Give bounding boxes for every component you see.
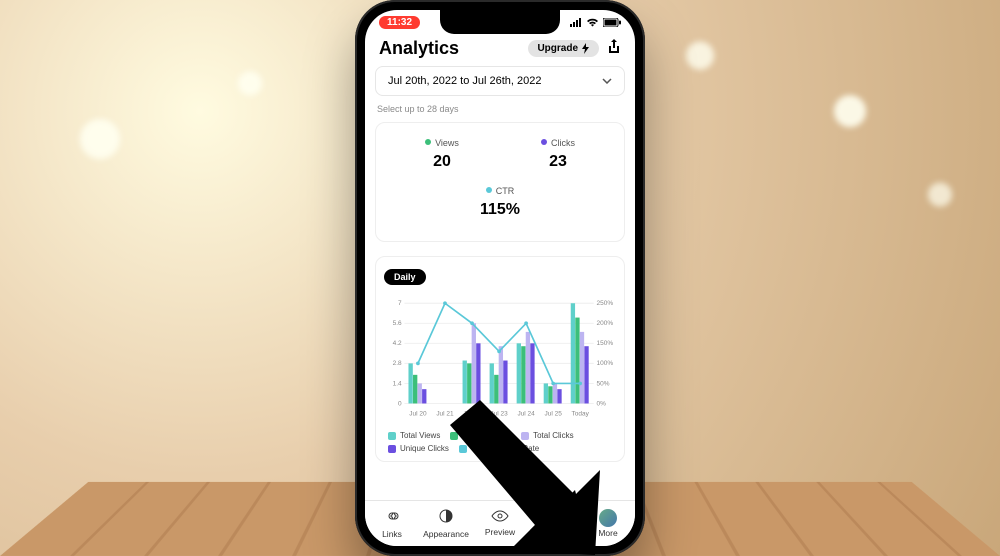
chart: 0 1.4 2.8 4.2 5.6 7 0% 50% 100% 150% 200% 250% Jul 2… (384, 293, 616, 423)
upgrade-label: Upgrade (537, 43, 578, 54)
stat-clicks: Clicks 23 (500, 133, 616, 171)
appearance-icon (438, 508, 454, 528)
phone-frame: 11:32 Analytics Upgrade (355, 0, 645, 556)
chart-svg: 0 1.4 2.8 4.2 5.6 7 0% 50% 100% 150% 200% 250% Jul 2… (384, 293, 616, 423)
tab-appearance[interactable]: Appearance (419, 501, 473, 546)
upgrade-button[interactable]: Upgrade (528, 40, 599, 57)
status-icons (570, 18, 621, 27)
legend-unique-clicks: Unique Clicks (388, 444, 449, 453)
tab-preview[interactable]: Preview (473, 501, 527, 546)
phone-screen: 11:32 Analytics Upgrade (365, 10, 635, 546)
svg-text:Jul 24: Jul 24 (517, 411, 535, 418)
tab-analytics[interactable]: Analytics (527, 501, 581, 546)
svg-text:Jul 21: Jul 21 (436, 411, 454, 418)
views-dot-icon (425, 139, 431, 145)
date-range-picker[interactable]: Jul 20th, 2022 to Jul 26th, 2022 (375, 66, 625, 96)
legend-ctr: Click Through Rate (459, 444, 539, 453)
svg-text:Jul 22: Jul 22 (463, 411, 481, 418)
status-time-recording: 11:32 (379, 16, 420, 29)
stats-summary-card: Views 20 Clicks 23 CTR 115% (375, 122, 625, 242)
svg-text:200%: 200% (597, 320, 614, 327)
tab-more[interactable]: More (581, 501, 635, 546)
stat-views: Views 20 (384, 133, 500, 171)
legend-unique-views: Unique Views (450, 431, 511, 440)
page-title: Analytics (379, 38, 459, 59)
svg-text:Jul 20: Jul 20 (409, 411, 427, 418)
tab-links[interactable]: Links (365, 501, 419, 546)
chart-period-pill[interactable]: Daily (384, 269, 426, 285)
svg-text:7: 7 (398, 300, 402, 307)
svg-text:0: 0 (398, 400, 402, 407)
stat-clicks-value: 23 (500, 153, 616, 171)
legend-total-clicks: Total Clicks (521, 431, 573, 440)
eye-icon (491, 510, 509, 526)
share-icon (607, 39, 621, 55)
page-header: Analytics Upgrade (365, 38, 635, 59)
stat-ctr-value: 115% (384, 201, 616, 219)
svg-text:1.4: 1.4 (393, 380, 402, 387)
share-button[interactable] (607, 39, 621, 58)
chevron-down-icon (602, 78, 612, 84)
links-icon (383, 508, 401, 528)
svg-text:50%: 50% (597, 380, 610, 387)
analytics-icon (546, 509, 562, 527)
chart-card: Daily 0 1.4 2.8 4.2 5.6 7 0% 50% 100% 150% 200% 250… (375, 256, 625, 462)
svg-text:4.2: 4.2 (393, 340, 402, 347)
svg-text:0%: 0% (597, 400, 607, 407)
svg-text:5.6: 5.6 (393, 320, 402, 327)
svg-text:Jul 25: Jul 25 (545, 411, 563, 418)
tab-bar: Links Appearance Preview Analytics More (365, 500, 635, 546)
phone-notch (440, 10, 560, 34)
svg-text:Jul 23: Jul 23 (490, 411, 508, 418)
content-scroll[interactable]: Jul 20th, 2022 to Jul 26th, 2022 Select … (365, 66, 635, 500)
svg-text:Today: Today (572, 411, 590, 418)
lightning-icon (581, 43, 590, 54)
avatar-icon (599, 509, 617, 527)
date-range-text: Jul 20th, 2022 to Jul 26th, 2022 (388, 75, 542, 87)
chart-legend: Total Views Unique Views Total Clicks Un… (384, 423, 616, 453)
signal-icon (570, 18, 582, 27)
svg-text:100%: 100% (597, 360, 614, 367)
legend-total-views: Total Views (388, 431, 440, 440)
ctr-dot-icon (486, 187, 492, 193)
svg-text:150%: 150% (597, 340, 614, 347)
wifi-icon (586, 18, 599, 27)
battery-icon (603, 18, 621, 27)
clicks-dot-icon (541, 139, 547, 145)
stat-ctr: CTR 115% (384, 181, 616, 219)
backdrop: 11:32 Analytics Upgrade (0, 0, 1000, 556)
svg-text:2.8: 2.8 (393, 360, 402, 367)
date-hint: Select up to 28 days (375, 102, 625, 122)
stat-views-value: 20 (384, 153, 500, 171)
svg-text:250%: 250% (597, 300, 614, 307)
